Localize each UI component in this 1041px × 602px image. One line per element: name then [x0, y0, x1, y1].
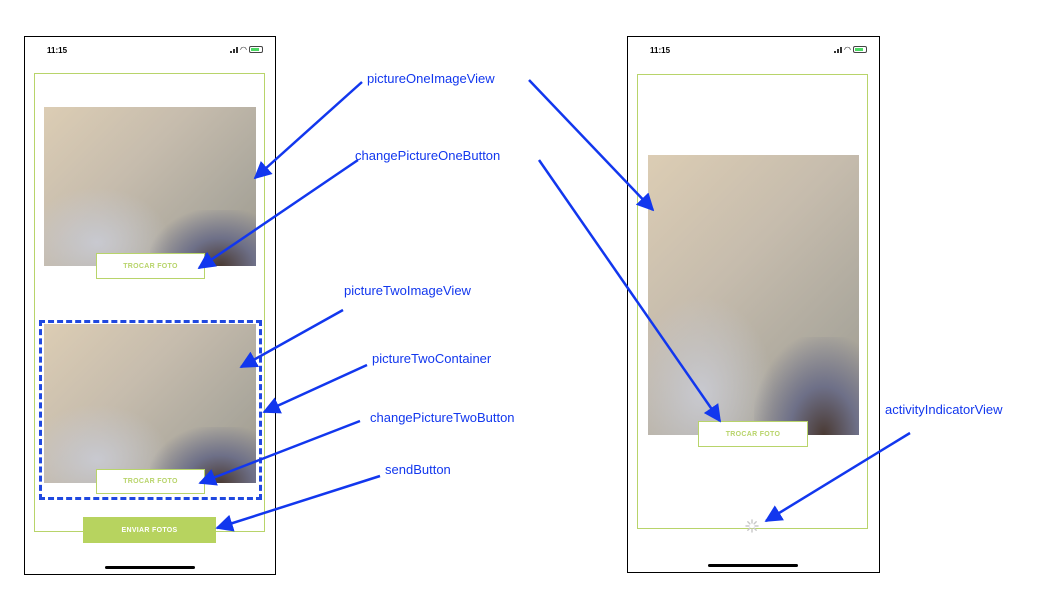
arrow-change-picture-two-button: [198, 419, 361, 486]
annotation-arrows: [197, 79, 911, 532]
arrow-picture-one-left: [253, 81, 363, 180]
arrow-picture-one-right: [528, 79, 655, 212]
arrow-activity-indicator: [764, 431, 911, 523]
arrow-send-button: [215, 474, 381, 532]
arrow-change-picture-one-left: [197, 158, 359, 270]
arrow-change-picture-one-right: [537, 159, 722, 423]
arrow-picture-two-container: [262, 363, 368, 414]
arrow-picture-two-image-view: [239, 308, 344, 369]
